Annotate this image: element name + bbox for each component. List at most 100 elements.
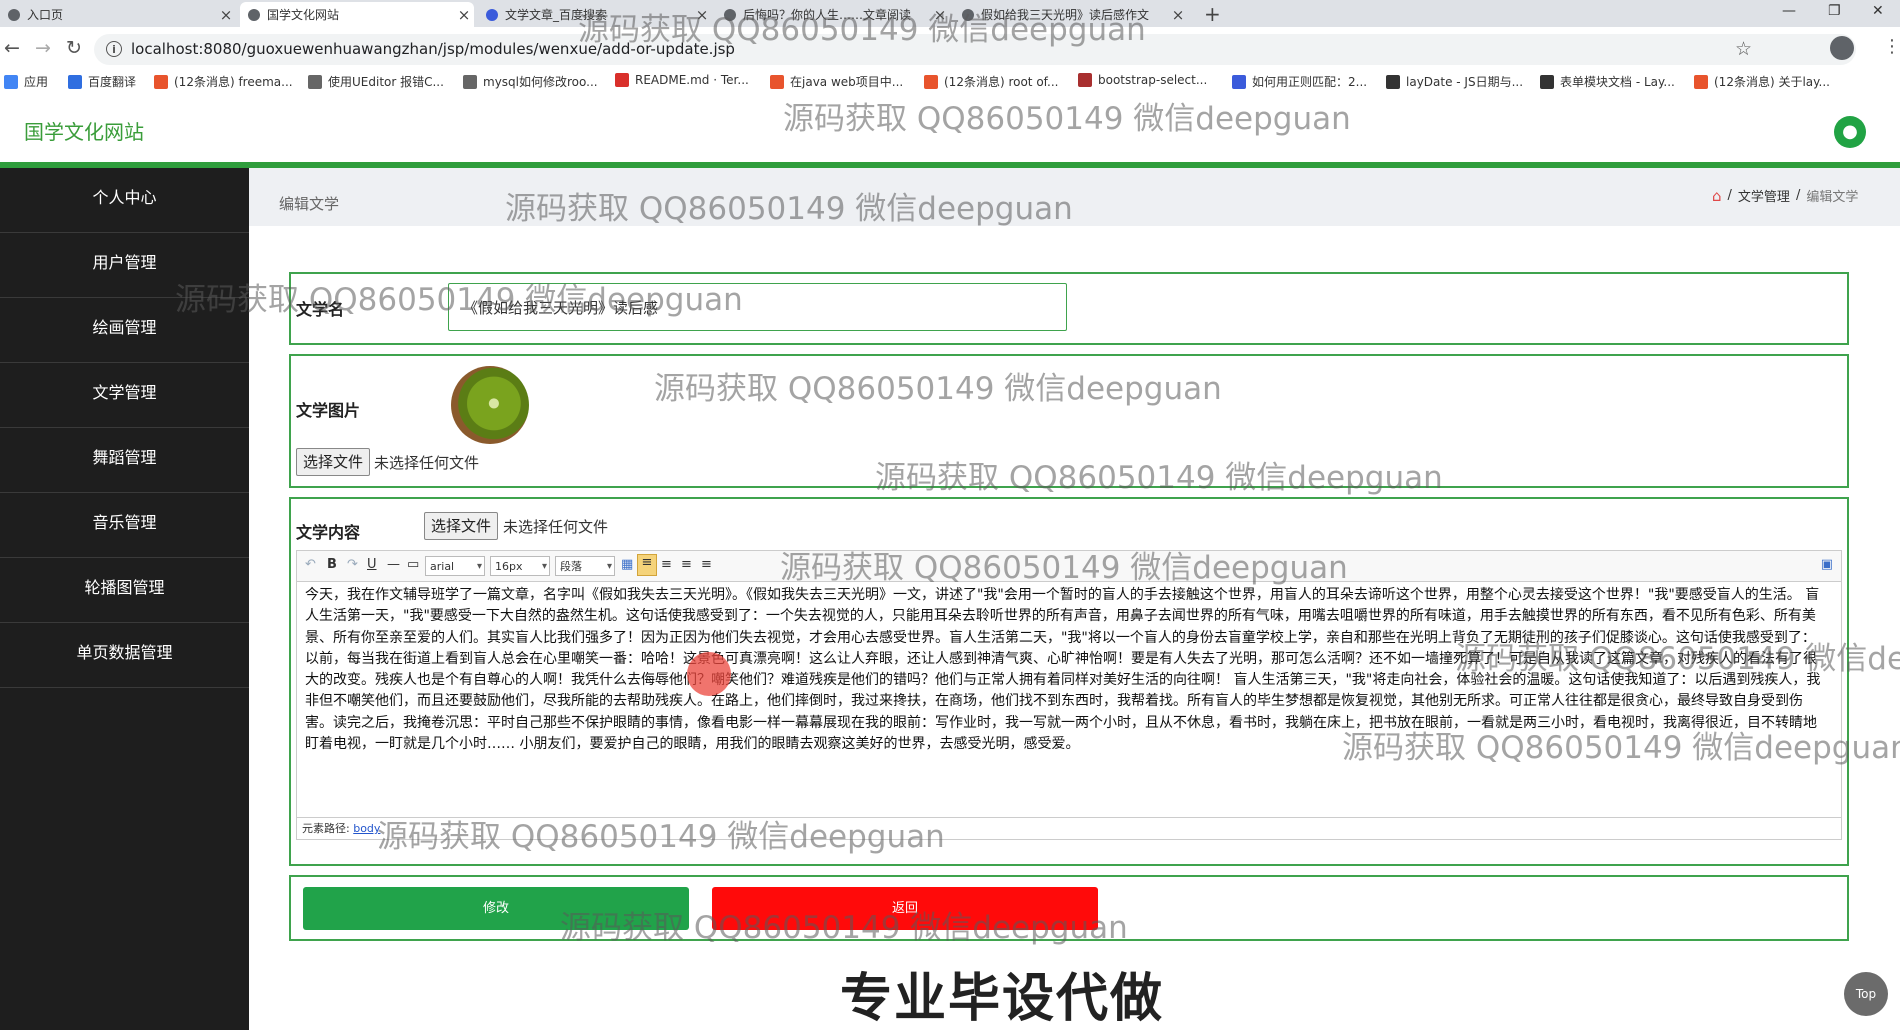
align-justify-icon[interactable]: ≡ xyxy=(701,557,712,572)
sidebar: 个人中心 用户管理 绘画管理 文学管理 舞蹈管理 音乐管理 轮播图管理 单页数据… xyxy=(0,168,249,1030)
bookmark-favicon-icon xyxy=(154,74,168,89)
browser-tab[interactable]: 入口页 × xyxy=(0,2,236,27)
sidebar-item-users[interactable]: 用户管理 xyxy=(0,233,249,298)
sidebar-item-painting[interactable]: 绘画管理 xyxy=(0,298,249,363)
bookmark-favicon-icon xyxy=(1540,74,1554,89)
image-file-button[interactable]: 选择文件 xyxy=(296,448,371,476)
image-label: 文学图片 xyxy=(296,401,361,420)
bookmark-item[interactable]: layDate - JS日期与... xyxy=(1386,73,1523,90)
redo-icon[interactable]: ↷ xyxy=(347,557,358,572)
bookmark-item[interactable]: 如何用正则匹配：2... xyxy=(1232,73,1367,90)
cursor-highlight xyxy=(687,652,731,696)
sidebar-item-personal-center[interactable]: 个人中心 xyxy=(0,168,249,233)
rich-text-editor[interactable]: ↶ B ↷ U — ▭ arial 16px 段落 ▦ ≡ ≡ ≡ ≡ ▣ 今天… xyxy=(296,550,1842,840)
bookmark-item[interactable]: (12条消息) root of... xyxy=(924,73,1058,90)
paragraph-select[interactable]: 段落 xyxy=(555,556,615,577)
content-field-card: 文学内容 选择文件 未选择任何文件 ↶ B ↷ U — ▭ arial 16px… xyxy=(289,497,1849,866)
submit-button[interactable]: 修改 xyxy=(303,887,689,930)
address-bar[interactable]: i localhost:8080/guoxuewenhuawangzhan/js… xyxy=(94,34,1856,65)
globe-icon xyxy=(8,8,20,21)
apps-grid-icon xyxy=(4,74,18,89)
align-left-icon[interactable]: ≡ xyxy=(637,554,657,576)
page-icon[interactable]: ▭ xyxy=(407,557,419,572)
url-text[interactable]: localhost:8080/guoxuewenhuawangzhan/jsp/… xyxy=(131,40,735,58)
globe-icon xyxy=(724,8,736,21)
sidebar-item-literature[interactable]: 文学管理 xyxy=(0,363,249,428)
site-brand[interactable]: 国学文化网站 xyxy=(24,116,144,145)
align-center-icon[interactable]: ≡ xyxy=(661,557,672,572)
browser-tab[interactable]: 后悔吗？你的人生……文章阅读 × xyxy=(716,2,950,27)
table-icon[interactable]: ▦ xyxy=(621,557,633,572)
element-path: 元素路径: body xyxy=(297,817,1841,839)
horizontal-rule-icon[interactable]: — xyxy=(387,557,400,572)
close-icon[interactable]: × xyxy=(930,6,950,24)
forward-arrow-icon[interactable]: → xyxy=(35,37,51,59)
window-close-icon[interactable]: ✕ xyxy=(1872,3,1884,19)
bookmark-item[interactable]: (12条消息) freema... xyxy=(154,73,293,90)
underline-icon[interactable]: U xyxy=(367,557,377,572)
bookmark-item[interactable]: (12条消息) 关于lay... xyxy=(1694,73,1830,90)
home-icon[interactable]: ⌂ xyxy=(1712,187,1722,205)
bookmarks-bar: 应用 百度翻译 (12条消息) freema... 使用UEditor 报错C.… xyxy=(0,70,1900,93)
font-family-select[interactable]: arial xyxy=(425,556,485,577)
browser-tab[interactable]: 假如给我三天光明》读后感作文 × xyxy=(954,2,1188,27)
sidebar-item-dance[interactable]: 舞蹈管理 xyxy=(0,428,249,493)
fullscreen-icon[interactable]: ▣ xyxy=(1821,557,1833,572)
close-icon[interactable]: × xyxy=(216,6,236,24)
bookmark-item[interactable]: 表单模块文档 - Lay... xyxy=(1540,73,1675,90)
breadcrumb: ⌂ / 文学管理 / 编辑文学 xyxy=(1712,186,1859,206)
back-arrow-icon[interactable]: ← xyxy=(4,37,20,59)
browser-tab[interactable]: 文学文章_百度搜索 × xyxy=(478,2,712,27)
bookmark-item[interactable]: 在java web项目中... xyxy=(770,73,903,90)
sidebar-item-carousel[interactable]: 轮播图管理 xyxy=(0,558,249,623)
minimize-icon[interactable]: — xyxy=(1782,3,1796,19)
main-content: 编辑文学 ⌂ / 文学管理 / 编辑文学 文学名 文学图片 选择文件 未选择任何… xyxy=(249,168,1900,1030)
name-input[interactable] xyxy=(448,283,1067,331)
browser-menu-icon[interactable]: ⋮ xyxy=(1883,36,1900,57)
user-avatar-icon[interactable]: ● xyxy=(1834,116,1866,148)
bookmark-favicon-icon xyxy=(1078,73,1092,87)
breadcrumb-section[interactable]: 文学管理 xyxy=(1738,186,1790,205)
tab-title: 后悔吗？你的人生……文章阅读 xyxy=(743,8,912,22)
close-icon[interactable]: × xyxy=(692,6,712,24)
editor-body[interactable]: 今天，我在作文辅导班学了一篇文章，名字叫《假如我失去三天光明》。《假如我失去三天… xyxy=(305,585,1829,755)
info-icon[interactable]: i xyxy=(106,41,122,57)
undo-icon[interactable]: ↶ xyxy=(305,557,316,572)
app-header: 国学文化网站 ● xyxy=(0,92,1900,162)
sidebar-item-single-page[interactable]: 单页数据管理 xyxy=(0,623,249,688)
tab-title: 国学文化网站 xyxy=(267,8,340,22)
globe-icon xyxy=(962,8,974,21)
align-right-icon[interactable]: ≡ xyxy=(681,557,692,572)
close-icon[interactable]: × xyxy=(454,6,474,24)
bookmark-item[interactable]: bootstrap-select... xyxy=(1078,73,1207,87)
sidebar-item-music[interactable]: 音乐管理 xyxy=(0,493,249,558)
bookmark-item[interactable]: 应用 xyxy=(4,73,48,90)
paw-icon xyxy=(486,8,498,21)
reload-icon[interactable]: ↻ xyxy=(66,37,82,59)
content-label: 文学内容 xyxy=(296,523,361,542)
action-card: 修改 返回 xyxy=(289,875,1849,941)
close-icon[interactable]: × xyxy=(1168,6,1188,24)
content-file-button[interactable]: 选择文件 xyxy=(424,512,499,540)
font-size-select[interactable]: 16px xyxy=(490,556,550,577)
bookmark-star-icon[interactable]: ☆ xyxy=(1735,38,1752,60)
browser-tab-strip: 入口页 × 国学文化网站 × 文学文章_百度搜索 × 后悔吗？你的人生……文章阅… xyxy=(0,0,1900,27)
bookmark-item[interactable]: mysql如何修改roo... xyxy=(463,73,598,90)
bookmark-item[interactable]: README.md · Ter... xyxy=(615,73,749,87)
restore-icon[interactable]: ❐ xyxy=(1828,3,1841,19)
name-label: 文学名 xyxy=(296,300,345,319)
element-path-link[interactable]: body xyxy=(353,822,380,835)
browser-tab-active[interactable]: 国学文化网站 × xyxy=(240,2,474,27)
tab-title: 假如给我三天光明》读后感作文 xyxy=(981,8,1150,22)
back-button[interactable]: 返回 xyxy=(712,887,1098,930)
content-file-status: 未选择任何文件 xyxy=(503,518,609,536)
globe-icon xyxy=(248,8,260,21)
back-to-top-button[interactable]: Top xyxy=(1844,972,1888,1016)
bookmark-favicon-icon xyxy=(924,74,938,89)
new-tab-button[interactable]: + xyxy=(1204,2,1221,26)
bookmark-favicon-icon xyxy=(1386,74,1400,89)
bookmark-item[interactable]: 百度翻译 xyxy=(68,73,136,90)
bold-icon[interactable]: B xyxy=(327,557,337,572)
bookmark-item[interactable]: 使用UEditor 报错C... xyxy=(308,73,444,90)
profile-icon[interactable] xyxy=(1830,36,1854,60)
